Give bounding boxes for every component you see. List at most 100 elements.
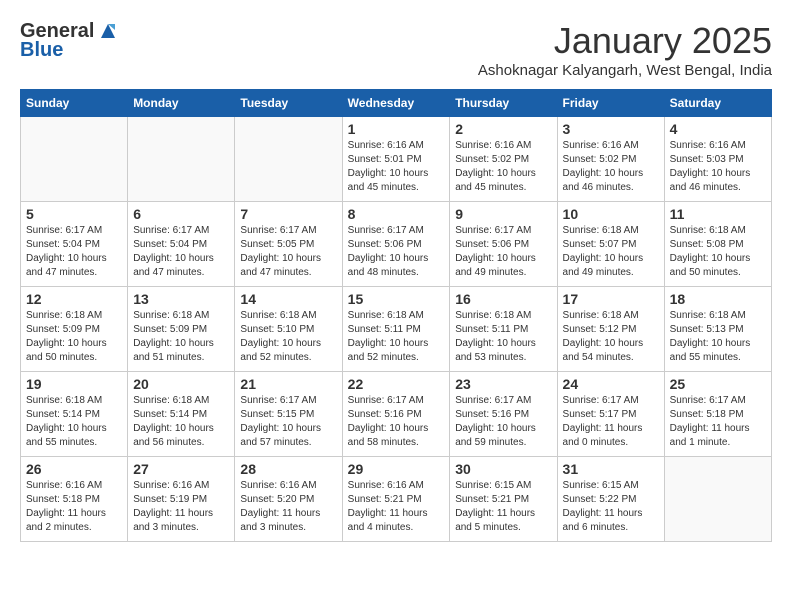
week-row-3: 12 Sunrise: 6:18 AM Sunset: 5:09 PM Dayli… bbox=[21, 287, 772, 372]
calendar-cell: 14 Sunrise: 6:18 AM Sunset: 5:10 PM Dayli… bbox=[235, 287, 342, 372]
calendar-cell: 15Sunrise: 6:18 AM Sunset: 5:11 PM Dayli… bbox=[342, 287, 450, 372]
calendar-cell: 16 Sunrise: 6:18 AM Sunset: 5:11 PM Dayli… bbox=[450, 287, 557, 372]
day-number: 7 bbox=[240, 206, 336, 222]
calendar-cell bbox=[21, 117, 128, 202]
day-info: Sunrise: 6:16 AM Sunset: 5:18 PM Dayligh… bbox=[26, 479, 122, 535]
day-number: 1 bbox=[348, 121, 445, 137]
calendar-cell: 26 Sunrise: 6:16 AM Sunset: 5:18 PM Dayli… bbox=[21, 457, 128, 542]
month-title: January 2025 bbox=[478, 20, 772, 62]
calendar-cell bbox=[664, 457, 771, 542]
day-info: Sunrise: 6:17 AM Sunset: 5:06 PM Dayligh… bbox=[455, 224, 551, 280]
calendar-cell: 28 Sunrise: 6:16 AM Sunset: 5:20 PM Dayli… bbox=[235, 457, 342, 542]
calendar-cell: 24 Sunrise: 6:17 AM Sunset: 5:17 PM Dayli… bbox=[557, 372, 664, 457]
day-number: 3 bbox=[563, 121, 659, 137]
day-number: 21 bbox=[240, 376, 336, 392]
logo: General Blue bbox=[20, 20, 119, 62]
day-info: Sunrise: 6:17 AM Sunset: 5:16 PM Dayligh… bbox=[348, 394, 445, 450]
day-number: 14 bbox=[240, 291, 336, 307]
calendar-cell: 3 Sunrise: 6:16 AM Sunset: 5:02 PM Daylig… bbox=[557, 117, 664, 202]
calendar-cell: 18 Sunrise: 6:18 AM Sunset: 5:13 PM Dayli… bbox=[664, 287, 771, 372]
column-header-friday: Friday bbox=[557, 90, 664, 117]
calendar-cell: 5 Sunrise: 6:17 AM Sunset: 5:04 PM Daylig… bbox=[21, 202, 128, 287]
day-info: Sunrise: 6:18 AM Sunset: 5:14 PM Dayligh… bbox=[26, 394, 122, 450]
day-info: Sunrise: 6:17 AM Sunset: 5:18 PM Dayligh… bbox=[670, 394, 766, 450]
day-info: Sunrise: 6:15 AM Sunset: 5:22 PM Dayligh… bbox=[563, 479, 659, 535]
day-info: Sunrise: 6:16 AM Sunset: 5:21 PM Dayligh… bbox=[348, 479, 445, 535]
day-info: Sunrise: 6:17 AM Sunset: 5:04 PM Dayligh… bbox=[133, 224, 229, 280]
calendar-cell: 31 Sunrise: 6:15 AM Sunset: 5:22 PM Dayli… bbox=[557, 457, 664, 542]
calendar-cell: 27Sunrise: 6:16 AM Sunset: 5:19 PM Dayli… bbox=[128, 457, 235, 542]
calendar-cell: 21 Sunrise: 6:17 AM Sunset: 5:15 PM Dayli… bbox=[235, 372, 342, 457]
calendar-cell: 4Sunrise: 6:16 AM Sunset: 5:03 PM Daylig… bbox=[664, 117, 771, 202]
calendar-cell: 25Sunrise: 6:17 AM Sunset: 5:18 PM Dayli… bbox=[664, 372, 771, 457]
day-info: Sunrise: 6:15 AM Sunset: 5:21 PM Dayligh… bbox=[455, 479, 551, 535]
calendar-cell: 19 Sunrise: 6:18 AM Sunset: 5:14 PM Dayli… bbox=[21, 372, 128, 457]
day-info: Sunrise: 6:17 AM Sunset: 5:05 PM Dayligh… bbox=[240, 224, 336, 280]
page-header: General Blue January 2025 Ashoknagar Kal… bbox=[20, 20, 772, 79]
day-info: Sunrise: 6:16 AM Sunset: 5:02 PM Dayligh… bbox=[455, 139, 551, 195]
title-block: January 2025 Ashoknagar Kalyangarh, West… bbox=[478, 20, 772, 79]
day-number: 26 bbox=[26, 461, 122, 477]
day-info: Sunrise: 6:18 AM Sunset: 5:08 PM Dayligh… bbox=[670, 224, 766, 280]
column-header-sunday: Sunday bbox=[21, 90, 128, 117]
calendar-cell: 29Sunrise: 6:16 AM Sunset: 5:21 PM Dayli… bbox=[342, 457, 450, 542]
day-info: Sunrise: 6:16 AM Sunset: 5:02 PM Dayligh… bbox=[563, 139, 659, 195]
week-row-1: 1 Sunrise: 6:16 AM Sunset: 5:01 PM Daylig… bbox=[21, 117, 772, 202]
calendar-cell: 17Sunrise: 6:18 AM Sunset: 5:12 PM Dayli… bbox=[557, 287, 664, 372]
location: Ashoknagar Kalyangarh, West Bengal, Indi… bbox=[478, 62, 772, 79]
calendar-cell: 1 Sunrise: 6:16 AM Sunset: 5:01 PM Daylig… bbox=[342, 117, 450, 202]
day-number: 30 bbox=[455, 461, 551, 477]
day-info: Sunrise: 6:18 AM Sunset: 5:11 PM Dayligh… bbox=[455, 309, 551, 365]
day-info: Sunrise: 6:16 AM Sunset: 5:01 PM Dayligh… bbox=[348, 139, 445, 195]
day-info: Sunrise: 6:18 AM Sunset: 5:11 PM Dayligh… bbox=[348, 309, 445, 365]
calendar-cell bbox=[128, 117, 235, 202]
day-number: 11 bbox=[670, 206, 766, 222]
day-info: Sunrise: 6:17 AM Sunset: 5:17 PM Dayligh… bbox=[563, 394, 659, 450]
day-info: Sunrise: 6:18 AM Sunset: 5:13 PM Dayligh… bbox=[670, 309, 766, 365]
day-info: Sunrise: 6:18 AM Sunset: 5:07 PM Dayligh… bbox=[563, 224, 659, 280]
day-number: 28 bbox=[240, 461, 336, 477]
calendar-cell: 11 Sunrise: 6:18 AM Sunset: 5:08 PM Dayli… bbox=[664, 202, 771, 287]
column-header-tuesday: Tuesday bbox=[235, 90, 342, 117]
day-number: 23 bbox=[455, 376, 551, 392]
day-info: Sunrise: 6:17 AM Sunset: 5:06 PM Dayligh… bbox=[348, 224, 445, 280]
day-number: 24 bbox=[563, 376, 659, 392]
week-row-2: 5 Sunrise: 6:17 AM Sunset: 5:04 PM Daylig… bbox=[21, 202, 772, 287]
day-info: Sunrise: 6:18 AM Sunset: 5:09 PM Dayligh… bbox=[26, 309, 122, 365]
week-row-5: 26 Sunrise: 6:16 AM Sunset: 5:18 PM Dayli… bbox=[21, 457, 772, 542]
calendar-cell: 20Sunrise: 6:18 AM Sunset: 5:14 PM Dayli… bbox=[128, 372, 235, 457]
day-number: 31 bbox=[563, 461, 659, 477]
calendar-cell: 8 Sunrise: 6:17 AM Sunset: 5:06 PM Daylig… bbox=[342, 202, 450, 287]
day-info: Sunrise: 6:16 AM Sunset: 5:03 PM Dayligh… bbox=[670, 139, 766, 195]
day-number: 19 bbox=[26, 376, 122, 392]
day-number: 8 bbox=[348, 206, 445, 222]
day-info: Sunrise: 6:18 AM Sunset: 5:10 PM Dayligh… bbox=[240, 309, 336, 365]
calendar-cell: 7 Sunrise: 6:17 AM Sunset: 5:05 PM Daylig… bbox=[235, 202, 342, 287]
week-row-4: 19 Sunrise: 6:18 AM Sunset: 5:14 PM Dayli… bbox=[21, 372, 772, 457]
day-number: 6 bbox=[133, 206, 229, 222]
day-header-row: SundayMondayTuesdayWednesdayThursdayFrid… bbox=[21, 90, 772, 117]
column-header-monday: Monday bbox=[128, 90, 235, 117]
calendar-table: SundayMondayTuesdayWednesdayThursdayFrid… bbox=[20, 89, 772, 542]
day-info: Sunrise: 6:17 AM Sunset: 5:15 PM Dayligh… bbox=[240, 394, 336, 450]
day-number: 13 bbox=[133, 291, 229, 307]
day-info: Sunrise: 6:17 AM Sunset: 5:04 PM Dayligh… bbox=[26, 224, 122, 280]
column-header-wednesday: Wednesday bbox=[342, 90, 450, 117]
day-info: Sunrise: 6:17 AM Sunset: 5:16 PM Dayligh… bbox=[455, 394, 551, 450]
column-header-thursday: Thursday bbox=[450, 90, 557, 117]
day-number: 5 bbox=[26, 206, 122, 222]
calendar-cell: 10Sunrise: 6:18 AM Sunset: 5:07 PM Dayli… bbox=[557, 202, 664, 287]
day-info: Sunrise: 6:16 AM Sunset: 5:20 PM Dayligh… bbox=[240, 479, 336, 535]
calendar-cell: 22Sunrise: 6:17 AM Sunset: 5:16 PM Dayli… bbox=[342, 372, 450, 457]
calendar-cell: 12 Sunrise: 6:18 AM Sunset: 5:09 PM Dayli… bbox=[21, 287, 128, 372]
calendar-cell bbox=[235, 117, 342, 202]
column-header-saturday: Saturday bbox=[664, 90, 771, 117]
day-number: 12 bbox=[26, 291, 122, 307]
day-number: 18 bbox=[670, 291, 766, 307]
calendar-cell: 23 Sunrise: 6:17 AM Sunset: 5:16 PM Dayli… bbox=[450, 372, 557, 457]
calendar-cell: 6 Sunrise: 6:17 AM Sunset: 5:04 PM Daylig… bbox=[128, 202, 235, 287]
day-number: 9 bbox=[455, 206, 551, 222]
day-number: 16 bbox=[455, 291, 551, 307]
calendar-cell: 13Sunrise: 6:18 AM Sunset: 5:09 PM Dayli… bbox=[128, 287, 235, 372]
day-info: Sunrise: 6:16 AM Sunset: 5:19 PM Dayligh… bbox=[133, 479, 229, 535]
